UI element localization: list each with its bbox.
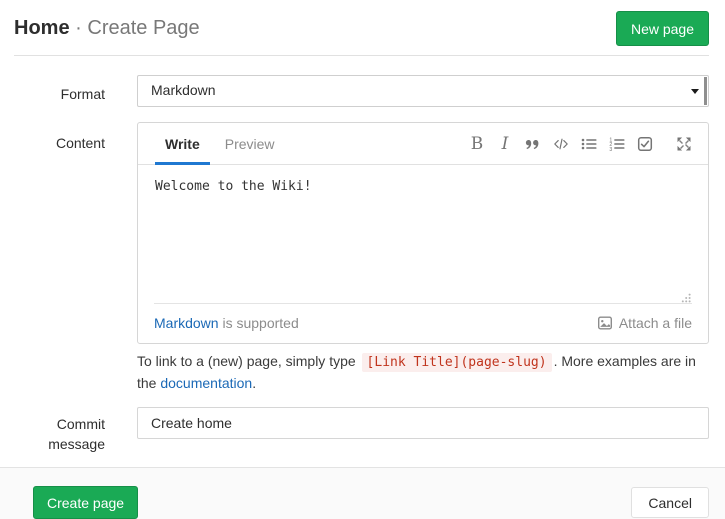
code-icon[interactable] xyxy=(553,135,569,153)
select-scrollbar xyxy=(704,77,707,105)
commit-label-line2: message xyxy=(0,434,105,454)
commit-message-input[interactable] xyxy=(137,407,709,439)
form-actions-bar: Create page Cancel xyxy=(0,467,725,519)
hint-before: To link to a (new) page, simply type xyxy=(137,353,360,369)
commit-label-line1: Commit xyxy=(0,414,105,434)
media-file-icon xyxy=(597,315,613,331)
attach-file-button[interactable]: Attach a file xyxy=(597,315,692,331)
tab-preview[interactable]: Preview xyxy=(215,123,285,164)
editor-tabs: Write Preview B I 123 xyxy=(138,123,708,165)
bold-icon[interactable]: B xyxy=(469,135,485,153)
bullet-list-icon[interactable] xyxy=(581,135,597,153)
content-textarea[interactable]: Welcome to the Wiki! xyxy=(138,165,708,303)
commit-message-label: Commit message xyxy=(0,414,105,454)
task-list-icon[interactable] xyxy=(637,135,653,153)
create-page-button[interactable]: Create page xyxy=(33,486,138,519)
page-title-subtitle: Create Page xyxy=(87,17,199,39)
cancel-button[interactable]: Cancel xyxy=(631,487,709,518)
new-page-button[interactable]: New page xyxy=(616,11,709,46)
chevron-down-icon xyxy=(691,89,699,94)
editor-footer: Markdown is supported Attach a file xyxy=(138,302,708,343)
hint-after-link: . xyxy=(252,375,256,391)
format-select-value: Markdown xyxy=(151,82,216,98)
quote-icon[interactable] xyxy=(525,135,541,153)
format-select[interactable]: Markdown xyxy=(137,75,709,107)
content-label: Content xyxy=(0,133,105,153)
link-hint: To link to a (new) page, simply type [Li… xyxy=(137,351,713,393)
markdown-link[interactable]: Markdown xyxy=(154,315,219,331)
italic-icon[interactable]: I xyxy=(497,135,513,153)
attach-file-label: Attach a file xyxy=(619,315,692,331)
svg-text:3: 3 xyxy=(609,147,612,152)
fullscreen-icon[interactable] xyxy=(676,135,692,153)
header-divider xyxy=(14,55,709,56)
page-title: Home · Create Page xyxy=(14,14,200,42)
page-title-home: Home xyxy=(14,17,70,39)
page-title-separator: · xyxy=(75,17,82,39)
markdown-supported-text: Markdown is supported xyxy=(154,315,299,331)
hint-code: [Link Title](page-slug) xyxy=(362,353,552,372)
numbered-list-icon[interactable]: 123 xyxy=(609,135,625,153)
markdown-editor: Write Preview B I 123 xyxy=(137,122,709,344)
wiki-create-page: Home · Create Page New page Format Markd… xyxy=(0,0,725,519)
tab-write[interactable]: Write xyxy=(155,123,210,164)
editor-toolbar: B I 123 xyxy=(457,123,708,164)
format-label: Format xyxy=(0,84,105,104)
documentation-link[interactable]: documentation xyxy=(160,375,252,391)
supported-suffix: is supported xyxy=(219,315,299,331)
